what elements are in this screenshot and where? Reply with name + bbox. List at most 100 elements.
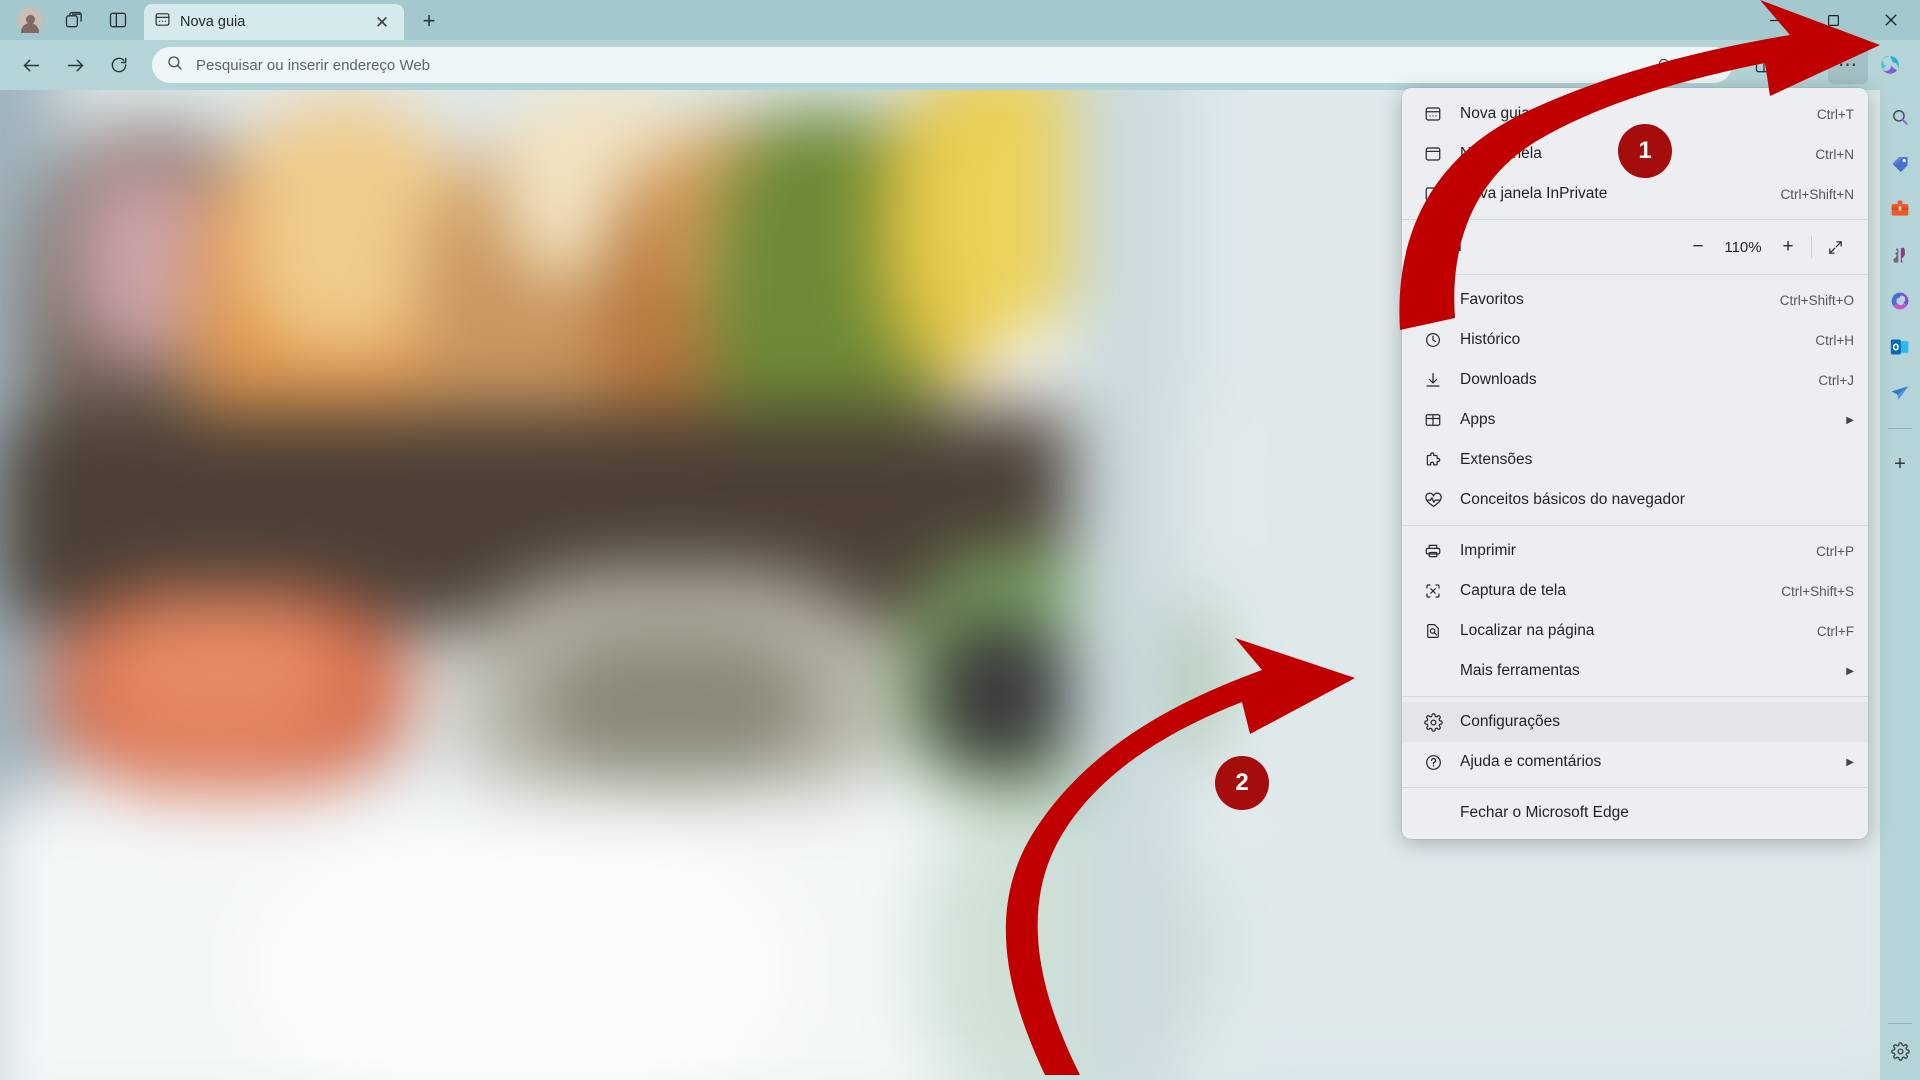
menu-item-localizar-na-pagina[interactable]: Localizar na página Ctrl+F (1402, 611, 1868, 651)
print-icon (1422, 540, 1444, 562)
menu-item-shortcut: Ctrl+Shift+N (1780, 186, 1854, 202)
sidebar-add-icon[interactable]: + (1885, 449, 1915, 479)
browser-window: + Nova guia ✕ + Pesquisar ou inserir end… (0, 0, 1920, 1080)
menu-item-label: Downloads (1460, 371, 1537, 388)
tab-search-button[interactable] (54, 3, 94, 37)
address-bar-actions (1650, 50, 1718, 80)
menu-item-conceitos-basicos[interactable]: Conceitos básicos do navegador (1402, 480, 1868, 520)
menu-item-mais-ferramentas[interactable]: Mais ferramentas ▶ (1402, 651, 1868, 691)
tab-close-icon[interactable]: ✕ (370, 10, 394, 34)
menu-item-extensoes[interactable]: Extensões (1402, 440, 1868, 480)
menu-item-label: Nova guia (1460, 105, 1530, 122)
browser-sidebar: + (1880, 90, 1920, 1080)
address-input[interactable]: Pesquisar ou inserir endereço Web (196, 57, 1638, 74)
sidebar-shopping-tag-icon[interactable] (1885, 148, 1915, 178)
menu-group-close: Fechar o Microsoft Edge (1402, 793, 1868, 833)
menu-item-label: Localizar na página (1460, 622, 1595, 639)
star-icon (1422, 289, 1444, 311)
menu-divider (1402, 696, 1868, 697)
sidebar-send-icon[interactable] (1885, 378, 1915, 408)
find-icon (1422, 620, 1444, 642)
menu-item-label: Conceitos básicos do navegador (1460, 491, 1685, 508)
more-menu-button[interactable]: ⋯ (1828, 46, 1868, 84)
zoom-in-button[interactable]: + (1771, 231, 1805, 263)
gear-icon (1422, 711, 1444, 733)
menu-item-shortcut: Ctrl+P (1816, 543, 1854, 559)
sidebar-settings-gear-icon[interactable] (1885, 1036, 1915, 1066)
menu-item-shortcut: Ctrl+F (1816, 623, 1854, 639)
toolbar-right-actions: ⋯ (1744, 46, 1910, 84)
sidebar-tools-icon[interactable] (1885, 194, 1915, 224)
search-icon (166, 54, 184, 77)
zoom-value: 110% (1724, 238, 1762, 256)
tab-favicon (154, 11, 171, 33)
menu-group-tools: Imprimir Ctrl+P Captura de tela Ctrl+Shi… (1402, 531, 1868, 691)
menu-item-label: Histórico (1460, 331, 1521, 348)
sidebar-search-icon[interactable] (1885, 102, 1915, 132)
fullscreen-button[interactable] (1818, 231, 1852, 263)
menu-item-label: Imprimir (1460, 542, 1516, 559)
title-bar: Nova guia ✕ + (0, 0, 1920, 40)
menu-item-configuracoes[interactable]: Configurações (1402, 702, 1868, 742)
split-screen-button[interactable] (1744, 46, 1784, 84)
sidebar-outlook-icon[interactable] (1885, 332, 1915, 362)
menu-item-label: Nova janela InPrivate (1460, 185, 1608, 202)
menu-item-imprimir[interactable]: Imprimir Ctrl+P (1402, 531, 1868, 571)
browser-essentials-icon (1422, 489, 1444, 511)
sidebar-games-icon[interactable] (1885, 240, 1915, 270)
close-button[interactable] (1862, 0, 1920, 40)
new-tab-button[interactable]: + (412, 4, 446, 38)
chevron-right-icon: ▶ (1846, 414, 1854, 426)
sidebar-bottom (1885, 1019, 1915, 1066)
menu-item-captura-de-tela[interactable]: Captura de tela Ctrl+Shift+S (1402, 571, 1868, 611)
zoom-out-button[interactable]: − (1681, 231, 1715, 263)
annotation-badge-1: 1 (1618, 124, 1672, 178)
favorite-star-icon[interactable] (1688, 50, 1718, 80)
menu-item-apps[interactable]: Apps ▶ (1402, 400, 1868, 440)
browser-tab[interactable]: Nova guia ✕ (144, 4, 404, 40)
back-button[interactable] (10, 46, 52, 84)
menu-item-label: Mais ferramentas (1460, 662, 1580, 679)
menu-item-nova-janela-inprivate[interactable]: Nova janela InPrivate Ctrl+Shift+N (1402, 174, 1868, 214)
split-screen-titlebar-button[interactable] (98, 3, 138, 37)
menu-item-shortcut: Ctrl+H (1815, 332, 1854, 348)
tab-title: Nova guia (180, 14, 246, 30)
copilot-button[interactable] (1870, 46, 1910, 84)
menu-divider (1402, 219, 1868, 220)
help-icon (1422, 751, 1444, 773)
annotation-badge-2: 2 (1215, 756, 1269, 810)
menu-group-settings: Configurações Ajuda e comentários ▶ (1402, 702, 1868, 782)
zoom-in-icon[interactable] (1650, 50, 1680, 80)
menu-item-shortcut: Ctrl+Shift+S (1781, 583, 1854, 599)
screenshot-icon (1422, 580, 1444, 602)
menu-item-ajuda-e-comentarios[interactable]: Ajuda e comentários ▶ (1402, 742, 1868, 782)
menu-divider (1402, 787, 1868, 788)
menu-zoom-row: Zoom − 110% + (1402, 225, 1868, 269)
menu-item-favoritos[interactable]: Favoritos Ctrl+Shift+O (1402, 280, 1868, 320)
history-icon (1422, 329, 1444, 351)
maximize-button[interactable] (1804, 0, 1862, 40)
zoom-label: Zoom (1422, 238, 1462, 255)
menu-item-downloads[interactable]: Downloads Ctrl+J (1402, 360, 1868, 400)
sidebar-office-icon[interactable] (1885, 286, 1915, 316)
menu-item-shortcut: Ctrl+Shift+O (1779, 292, 1854, 308)
minimize-button[interactable] (1746, 0, 1804, 40)
menu-item-historico[interactable]: Histórico Ctrl+H (1402, 320, 1868, 360)
profile-button[interactable] (10, 3, 50, 37)
forward-button[interactable] (54, 46, 96, 84)
chevron-right-icon: ▶ (1846, 756, 1854, 768)
address-bar[interactable]: Pesquisar ou inserir endereço Web (152, 47, 1732, 83)
menu-item-shortcut: Ctrl+J (1818, 372, 1854, 388)
menu-item-shortcut: Ctrl+N (1815, 146, 1854, 162)
favorites-button[interactable] (1786, 46, 1826, 84)
titlebar-left-icons (0, 0, 138, 40)
menu-group-library: Favoritos Ctrl+Shift+O Histórico Ctrl+H (1402, 280, 1868, 520)
inprivate-icon (1422, 183, 1444, 205)
sidebar-bottom-divider (1888, 1023, 1912, 1024)
refresh-button[interactable] (98, 46, 140, 84)
menu-item-label: Captura de tela (1460, 582, 1566, 599)
menu-item-label: Fechar o Microsoft Edge (1460, 804, 1629, 821)
menu-item-shortcut: Ctrl+T (1816, 106, 1854, 122)
empty-icon (1422, 802, 1444, 824)
menu-item-fechar-o-microsoft-edge[interactable]: Fechar o Microsoft Edge (1402, 793, 1868, 833)
